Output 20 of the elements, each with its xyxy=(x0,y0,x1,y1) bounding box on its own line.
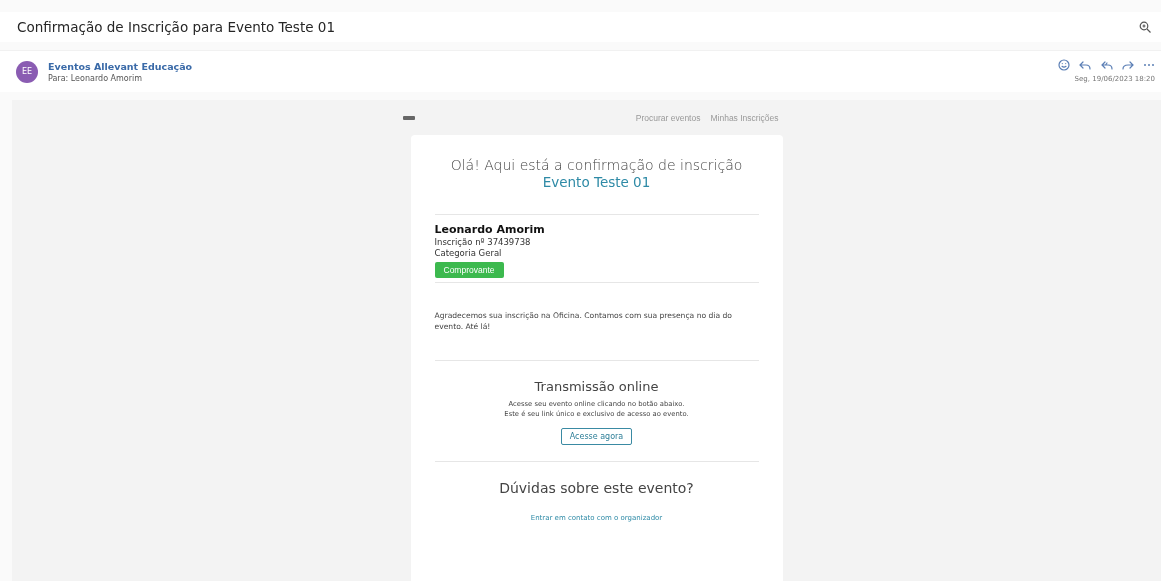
event-name: Evento Teste 01 xyxy=(541,174,652,190)
registration-number: Inscrição nº 37439738 xyxy=(434,237,532,247)
section-title: Dúvidas sobre este evento? xyxy=(498,480,695,497)
section-title: Transmissão online xyxy=(533,379,660,395)
greeting-text: Olá! Aqui está a confirmação de inscrição xyxy=(449,157,744,173)
access-button[interactable]: Acesse agora xyxy=(560,428,633,446)
zoom-icon[interactable] xyxy=(1139,21,1151,33)
reply-all-icon[interactable] xyxy=(1100,59,1113,71)
recipient-text: Para: Leonardo Amorim xyxy=(48,73,144,83)
email-subject: Confirmação de Inscrição para Evento Teste 01 xyxy=(17,19,335,35)
sender-avatar: EE xyxy=(16,60,38,83)
sender-name[interactable]: Eventos Allevant Educação xyxy=(48,60,193,72)
nav-link[interactable]: Procurar eventos xyxy=(635,113,701,123)
category-text: Categoria Geral xyxy=(434,248,503,258)
nav-link[interactable]: Minhas Inscrições xyxy=(710,113,779,123)
reply-icon[interactable] xyxy=(1079,59,1091,71)
smiley-icon[interactable] xyxy=(1058,59,1070,71)
receipt-button[interactable]: Comprovante xyxy=(434,262,504,278)
attendee-name: Leonardo Amorim xyxy=(434,223,546,236)
forward-icon[interactable] xyxy=(1122,59,1134,71)
